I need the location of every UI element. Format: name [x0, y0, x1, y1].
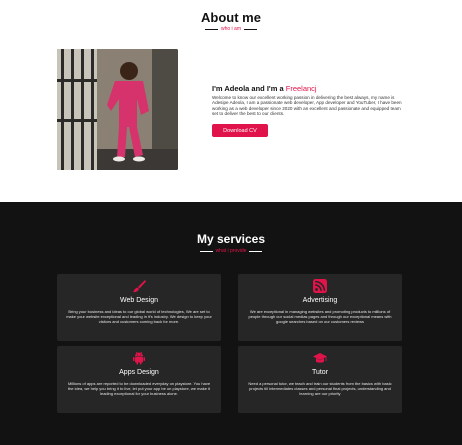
divider-line	[249, 250, 263, 252]
service-title: Advertising	[302, 297, 338, 304]
graduation-cap-icon	[238, 351, 402, 365]
service-card-web-design[interactable]: Web Design Bring your business and ideas…	[57, 274, 221, 341]
services-section: My services what i provide Web Design Br…	[0, 202, 462, 445]
divider-line	[204, 28, 218, 30]
about-subtitle: who i am	[220, 26, 241, 32]
about-title: About me	[201, 10, 261, 25]
service-title: Tutor	[311, 369, 329, 376]
download-cv-button[interactable]: Download CV	[212, 124, 268, 137]
android-icon	[57, 351, 221, 365]
rss-feed-icon	[238, 279, 402, 293]
service-description: Millions of apps are reported to be down…	[67, 381, 211, 396]
divider-line	[244, 28, 257, 30]
profile-photo	[57, 49, 178, 170]
service-description: Bring your business and ideas to our glo…	[66, 309, 212, 324]
intro-heading: I'm Adeola and I'm a Freelancj	[212, 84, 317, 93]
service-title: Web Design	[119, 297, 158, 304]
service-description: Need a personal tutor, we teach and trai…	[248, 381, 392, 396]
about-section: About me who i am I'm Adeola and I'm a F…	[0, 0, 462, 202]
about-subtitle-row: who i am	[0, 26, 462, 32]
divider-line	[199, 250, 213, 252]
bio-text: Welcome to know our excellent working pa…	[212, 95, 402, 117]
paint-brush-icon	[57, 279, 221, 293]
service-title: Apps Design	[119, 369, 159, 376]
intro-role: Freelancj	[285, 84, 317, 93]
services-title: My services	[196, 232, 266, 246]
service-card-tutor[interactable]: Tutor Need a personal tutor, we teach an…	[238, 346, 402, 413]
services-subtitle: what i provide	[215, 248, 247, 254]
service-card-advertising[interactable]: Advertising We are exceptional in managi…	[238, 274, 402, 341]
service-description: We are exceptional in managing websites …	[248, 309, 392, 324]
service-card-apps-design[interactable]: Apps Design Millions of apps are reporte…	[57, 346, 221, 413]
intro-prefix: I'm Adeola and I'm a	[212, 84, 286, 93]
services-subtitle-row: what i provide	[0, 248, 462, 254]
